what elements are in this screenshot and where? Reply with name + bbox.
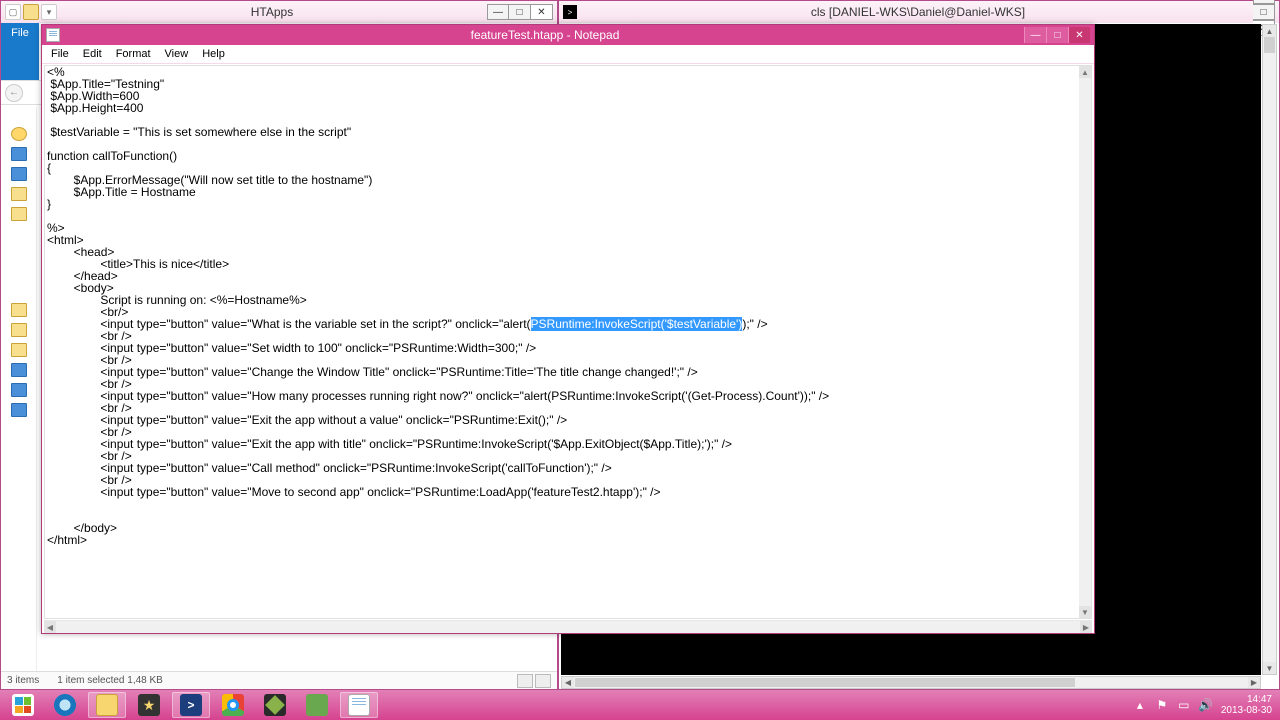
qat-dropdown[interactable]: ▾	[41, 4, 57, 20]
explorer-maximize-button[interactable]: □	[509, 4, 531, 20]
taskbar-app-button[interactable]	[256, 692, 294, 718]
scroll-down-icon[interactable]: ▼	[1079, 606, 1091, 618]
taskbar-notepad-button[interactable]	[340, 692, 378, 718]
taskbar-app-button[interactable]	[130, 692, 168, 718]
folder-icon	[96, 694, 118, 716]
scroll-left-icon[interactable]: ◀	[562, 677, 574, 688]
notepad-textarea[interactable]: <% $App.Title="Testning" $App.Width=600 …	[45, 66, 1079, 618]
tree-node-icon[interactable]	[11, 167, 27, 181]
tree-folder-icon[interactable]	[11, 343, 27, 357]
taskbar: ▴ ⚑ ▭ 🔊 14:47 2013-08-30	[0, 690, 1280, 720]
tray-clock[interactable]: 14:47 2013-08-30	[1221, 694, 1272, 716]
view-icons-button[interactable]	[535, 674, 551, 688]
tree-folder-icon[interactable]	[11, 323, 27, 337]
book-icon	[306, 694, 328, 716]
tree-node-icon[interactable]	[11, 363, 27, 377]
tree-node-icon[interactable]	[11, 147, 27, 161]
status-item-count: 3 items	[7, 675, 39, 686]
notepad-vscrollbar[interactable]: ▲ ▼	[1079, 66, 1091, 618]
scroll-left-icon[interactable]: ◀	[44, 621, 56, 633]
scroll-right-icon[interactable]: ▶	[1248, 677, 1260, 688]
explorer-minimize-button[interactable]: —	[487, 4, 509, 20]
explorer-statusbar: 3 items 1 item selected 1,48 KB	[1, 671, 557, 689]
scroll-thumb[interactable]	[575, 678, 1075, 687]
console-title: cls [DANIEL-WKS\Daniel@Daniel-WKS]	[583, 5, 1253, 19]
tray-network-icon[interactable]: ▭	[1177, 698, 1191, 712]
notepad-menubar: File Edit Format View Help	[42, 45, 1094, 64]
tree-favorites-icon[interactable]	[11, 127, 27, 141]
qat-btn-2[interactable]	[23, 4, 39, 20]
notepad-close-button[interactable]: ✕	[1068, 27, 1090, 43]
scroll-thumb[interactable]	[1264, 37, 1275, 53]
ie-icon	[54, 694, 76, 716]
status-selection: 1 item selected 1,48 KB	[57, 675, 163, 686]
scroll-right-icon[interactable]: ▶	[1080, 621, 1092, 633]
notepad-titlebar[interactable]: featureTest.htapp - Notepad — □ ✕	[42, 25, 1094, 45]
tray-date: 2013-08-30	[1221, 705, 1272, 716]
chrome-icon	[222, 694, 244, 716]
notepad-title: featureTest.htapp - Notepad	[66, 28, 1024, 42]
tree-node-icon[interactable]	[11, 383, 27, 397]
taskbar-powershell-button[interactable]	[172, 692, 210, 718]
menu-help[interactable]: Help	[195, 46, 232, 62]
notepad-icon	[46, 28, 60, 42]
console-titlebar[interactable]: > cls [DANIEL-WKS\Daniel@Daniel-WKS] — □…	[559, 1, 1279, 23]
console-hscrollbar[interactable]: ◀ ▶	[561, 676, 1261, 689]
menu-file[interactable]: File	[44, 46, 76, 62]
explorer-titlebar[interactable]: ▢ ▾ HTApps — □ ✕	[1, 1, 557, 23]
qat-btn-1[interactable]: ▢	[5, 4, 21, 20]
taskbar-app-button[interactable]	[298, 692, 336, 718]
tray-time: 14:47	[1221, 694, 1272, 705]
notepad-window: featureTest.htapp - Notepad — □ ✕ File E…	[41, 24, 1095, 634]
tree-node-icon[interactable]	[11, 403, 27, 417]
nav-back-button[interactable]: ←	[5, 84, 23, 102]
scroll-down-icon[interactable]: ▼	[1263, 662, 1276, 674]
cube-icon	[264, 694, 286, 716]
view-details-button[interactable]	[517, 674, 533, 688]
console-maximize-button[interactable]: □	[1253, 4, 1275, 20]
menu-format[interactable]: Format	[109, 46, 158, 62]
notepad-maximize-button[interactable]: □	[1046, 27, 1068, 43]
menu-view[interactable]: View	[158, 46, 196, 62]
explorer-close-button[interactable]: ✕	[531, 4, 553, 20]
taskbar-chrome-button[interactable]	[214, 692, 252, 718]
powershell-icon	[180, 694, 202, 716]
gear-icon	[138, 694, 160, 716]
tree-folder-icon[interactable]	[11, 207, 27, 221]
console-icon: >	[563, 5, 577, 19]
notepad-hscrollbar[interactable]: ◀ ▶	[44, 620, 1092, 633]
ribbon-file-tab[interactable]: File	[1, 23, 39, 80]
tree-folder-icon[interactable]	[11, 303, 27, 317]
taskbar-explorer-button[interactable]	[88, 692, 126, 718]
notepad-minimize-button[interactable]: —	[1024, 27, 1046, 43]
scroll-up-icon[interactable]: ▲	[1263, 25, 1276, 37]
tray-flag-icon[interactable]: ⚑	[1155, 698, 1169, 712]
windows-icon	[12, 694, 34, 716]
notepad-icon	[348, 694, 370, 716]
explorer-tree[interactable]	[1, 107, 37, 671]
text-selection: PSRuntime:InvokeScript('$testVariable')	[531, 317, 743, 331]
scroll-up-icon[interactable]: ▲	[1079, 66, 1091, 78]
console-vscrollbar[interactable]: ▲ ▼	[1262, 24, 1277, 675]
system-tray: ▴ ⚑ ▭ 🔊 14:47 2013-08-30	[1133, 694, 1276, 716]
notepad-body: <% $App.Title="Testning" $App.Width=600 …	[44, 65, 1092, 619]
tray-volume-icon[interactable]: 🔊	[1199, 698, 1213, 712]
tray-up-icon[interactable]: ▴	[1133, 698, 1147, 712]
menu-edit[interactable]: Edit	[76, 46, 109, 62]
explorer-title: HTApps	[57, 5, 487, 19]
tree-folder-icon[interactable]	[11, 187, 27, 201]
taskbar-ie-button[interactable]	[46, 692, 84, 718]
start-button[interactable]	[4, 692, 42, 718]
